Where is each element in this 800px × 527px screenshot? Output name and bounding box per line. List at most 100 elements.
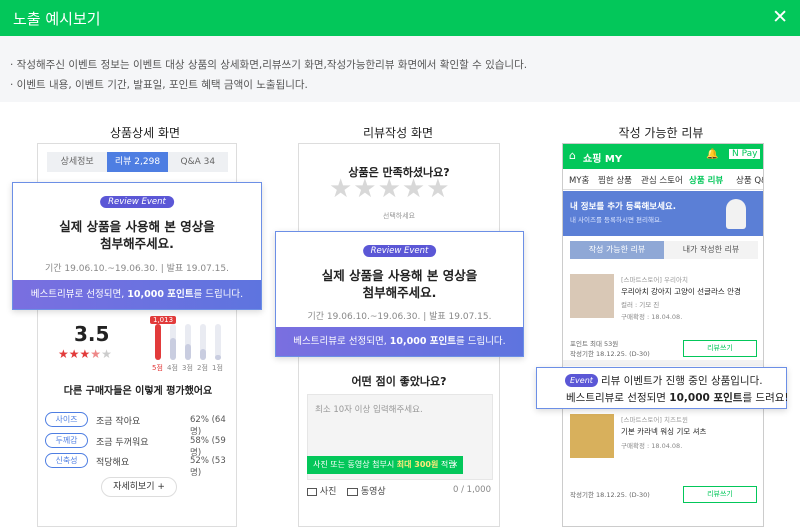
- image-icon: [307, 487, 317, 496]
- write-review-button[interactable]: 리뷰쓰기: [683, 340, 757, 357]
- deadline-info: 작성기한 18.12.25. (D-30): [570, 350, 650, 358]
- app-logo: 쇼핑 MY: [583, 154, 623, 165]
- bell-icon[interactable]: 🔔: [706, 149, 718, 160]
- subtab-available[interactable]: 작성 가능한 리뷰: [570, 241, 664, 259]
- rating-bar-fill: [170, 338, 176, 360]
- notice-line-2: · 이벤트 내용, 이벤트 기간, 발표일, 포인트 혜택 금액이 노출됩니다.: [10, 79, 308, 91]
- event-headline-1: 실제 상품을 사용해 본 영상을: [321, 268, 478, 283]
- rating-bar: [155, 324, 161, 360]
- app-bar: ⌂ 쇼핑 MY 🔔 N Pay: [563, 144, 763, 169]
- toast-line-1: 리뷰 이벤트가 진행 중인 상품입니다.: [601, 375, 763, 387]
- event-reward-bar: 베스트리뷰로 선정되면, 10,000 포인트를 드립니다.: [276, 327, 523, 356]
- textarea-placeholder: 최소 10자 이상 입력해주세요.: [315, 405, 423, 415]
- nav-item-store[interactable]: 관심 스토어: [641, 174, 683, 186]
- point-info: 포인트 최대 53원: [570, 340, 619, 348]
- event-card-write: Review Event 실제 상품을 사용해 본 영상을 첨부해주세요. 기간…: [275, 231, 524, 357]
- column-title-write: 리뷰작성 화면: [362, 126, 434, 140]
- more-button[interactable]: 자세히보기 +: [101, 477, 177, 497]
- event-toast: Event 리뷰 이벤트가 진행 중인 상품입니다. 베스트리뷰로 선정되면 1…: [536, 367, 789, 409]
- reward-text-end: 를 드립니다.: [193, 289, 244, 300]
- home-icon[interactable]: ⌂: [569, 149, 576, 162]
- rating-bar-label: 1점: [212, 364, 223, 372]
- rating-bar: [215, 324, 221, 360]
- photo-label: 사진: [319, 487, 337, 497]
- confirm-date: 구매확정 : 18.04.08.: [621, 313, 683, 321]
- rating-score: 3.5: [74, 322, 110, 346]
- write-review-button[interactable]: 리뷰쓰기: [683, 486, 757, 503]
- rating-bar-label: 4점: [167, 364, 178, 372]
- deadline-info: 작성기한 18.12.25. (D-30): [570, 491, 650, 499]
- chip-stretch: 신축성: [45, 453, 88, 468]
- nav-item-home[interactable]: MY홈: [569, 174, 589, 186]
- rating-bar: [170, 324, 176, 360]
- modal-header: 노출 예시보기 ✕: [0, 0, 800, 36]
- notice-box: · 작성해주신 이벤트 정보는 이벤트 대상 상품의 상세화면,리뷰쓰기 화면,…: [0, 36, 800, 102]
- tooltip-amount: 최대 300원: [396, 460, 439, 469]
- star-half-icon: ★: [90, 347, 102, 361]
- my-nav: MY홈 찜한 상품 관심 스토어 상품 리뷰 상품 Q&: [563, 169, 763, 190]
- column-title-available: 작성 가능한 리뷰: [618, 126, 704, 140]
- tab-qna[interactable]: Q&A 34: [167, 152, 228, 172]
- product-option: 컬러 : 기모 진: [621, 301, 660, 309]
- nav-item-wish[interactable]: 찜한 상품: [598, 174, 632, 186]
- select-hint: 선택하세요: [382, 212, 416, 220]
- video-icon: [347, 487, 358, 496]
- good-points-question: 어떤 점이 좋았나요?: [351, 375, 447, 388]
- event-headline-2: 첨부해주세요.: [362, 285, 437, 300]
- top-count-badge: 1,013: [150, 316, 177, 324]
- review-event-badge: Review Event: [362, 245, 437, 257]
- chip-size: 사이즈: [45, 412, 88, 427]
- available-panel: ⌂ 쇼핑 MY 🔔 N Pay MY홈 찜한 상품 관심 스토어 상품 리뷰 상…: [562, 143, 764, 527]
- star-icon: ★: [68, 347, 80, 361]
- profile-banner[interactable]: 내 정보를 추가 등록해보세요. 내 사이즈를 등록하시면 편리해요.: [563, 191, 763, 236]
- review-item: [스마트스토어] 우리아치 우리아치 강아지 고양이 선글라스 안경 컬러 : …: [563, 262, 763, 366]
- review-event-badge: Review Event: [100, 196, 174, 208]
- tab-reviews[interactable]: 리뷰 2,298: [107, 152, 168, 172]
- rating-bar-fill: [215, 355, 221, 360]
- rating-bar: [200, 324, 206, 360]
- product-thumbnail: [570, 414, 614, 458]
- star-icon: ★: [79, 347, 91, 361]
- rating-bar-label: 5점: [152, 364, 163, 372]
- close-icon[interactable]: ✕: [772, 7, 788, 27]
- row-percent: 58% (59명): [190, 436, 226, 458]
- star-empty-icon: ★: [101, 347, 112, 361]
- npay-badge[interactable]: N Pay: [729, 149, 761, 159]
- reward-text: 베스트리뷰로 선정되면,: [293, 336, 390, 347]
- notice-line-1: · 작성해주신 이벤트 정보는 이벤트 대상 상품의 상세화면,리뷰쓰기 화면,…: [10, 59, 528, 71]
- rating-bar-fill: [185, 344, 191, 360]
- product-name: 우리아치 강아지 고양이 선글라스 안경: [621, 287, 741, 296]
- nav-item-qna[interactable]: 상품 Q&: [736, 174, 763, 186]
- event-badge: Event: [565, 374, 598, 387]
- column-title-detail: 상품상세 화면: [109, 126, 181, 140]
- event-headline-1: 실제 상품을 사용해 본 영상을: [59, 219, 215, 234]
- nav-item-reviews[interactable]: 상품 리뷰: [689, 174, 723, 186]
- rating-stars: ★★★★★: [58, 347, 112, 361]
- rating-summary-title: 다른 구매자들은 이렇게 평가했어요: [63, 386, 213, 397]
- tooltip-text: 사진 또는 동영상 첨부시: [313, 460, 397, 469]
- star-icon: ★: [58, 347, 69, 361]
- close-icon[interactable]: ✕: [451, 456, 458, 474]
- toast-amount: 10,000 포인트: [669, 392, 743, 404]
- rating-bar-fill: [155, 324, 161, 360]
- photo-button[interactable]: 사진: [307, 484, 336, 497]
- rating-bar: [185, 324, 191, 360]
- store-name: [스마트스토어] 우리아치: [621, 276, 688, 284]
- product-name: 기본 카라넥 워싱 기모 셔츠: [621, 427, 707, 436]
- char-counter: 0 / 1,000: [452, 485, 491, 495]
- reward-text-end: 를 드립니다.: [455, 336, 506, 347]
- row-percent: 62% (64명): [190, 415, 226, 437]
- row-text: 조금 두꺼워요: [96, 438, 149, 448]
- confirm-date: 구매확정 : 18.04.08.: [621, 442, 683, 450]
- chip-thickness: 두께감: [45, 433, 88, 448]
- toast-text-end: 를 드려요!: [742, 392, 789, 404]
- review-subtabs: 작성 가능한 리뷰 내가 작성한 리뷰: [570, 241, 758, 259]
- tab-detail-info[interactable]: 상세정보: [47, 152, 108, 172]
- subtab-written[interactable]: 내가 작성한 리뷰: [664, 241, 758, 259]
- rating-star-select[interactable]: ★★★★★: [329, 174, 451, 204]
- modal-title: 노출 예시보기: [13, 10, 101, 28]
- video-label: 동영상: [360, 487, 386, 497]
- video-button[interactable]: 동영상: [347, 484, 386, 497]
- toast-line-2: 베스트리뷰로 선정되면 10,000 포인트를 드려요!: [566, 390, 789, 405]
- event-period: 기간 19.06.10.~19.06.30. | 발표 19.07.15.: [45, 264, 229, 274]
